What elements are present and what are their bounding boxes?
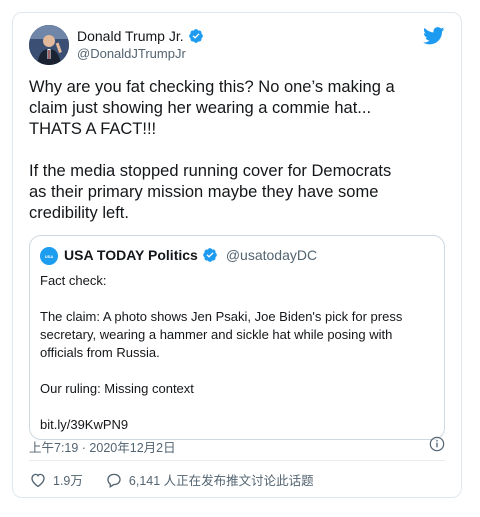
author-name-text: Donald Trump Jr. — [77, 28, 184, 44]
like-button[interactable]: 1.9万 — [29, 470, 83, 489]
discussion-text: 6,141 人正在发布推文讨论此话题 — [128, 474, 314, 488]
quoted-author-name: USA TODAY Politics — [64, 247, 198, 263]
quoted-avatar[interactable]: USA — [40, 247, 58, 265]
comment-bubble-icon — [107, 473, 121, 488]
author-name[interactable]: Donald Trump Jr. — [77, 28, 204, 44]
quoted-tweet[interactable]: USA USA TODAY Politics @usatodayDC Fact … — [29, 235, 445, 440]
tweet-text: Why are you fat checking this? No one’s … — [29, 78, 395, 222]
discussion-link[interactable]: 6,141 人正在发布推文讨论此话题 — [105, 470, 314, 489]
author-avatar-image — [29, 25, 69, 65]
quoted-avatar-text: USA — [44, 253, 54, 259]
heart-icon — [31, 473, 45, 487]
tweet-timestamp[interactable]: 上午7:19 · 2020年12月2日 — [29, 437, 176, 456]
twitter-bird-icon[interactable] — [423, 27, 445, 45]
tweet-actions: 1.9万 6,141 人正在发布推文讨论此话题 — [29, 470, 336, 489]
verified-badge-icon — [202, 248, 217, 262]
action-divider — [29, 460, 445, 461]
like-count: 1.9万 — [53, 474, 83, 488]
author-avatar[interactable] — [29, 25, 69, 65]
info-icon[interactable] — [429, 436, 445, 452]
tweet-card: Donald Trump Jr. @DonaldJTrumpJr Why are… — [12, 12, 462, 498]
quoted-author-handle: @usatodayDC — [225, 247, 318, 263]
verified-badge-icon — [188, 29, 203, 43]
author-handle[interactable]: @DonaldJTrumpJr — [77, 46, 186, 61]
quoted-author[interactable]: USA TODAY Politics @usatodayDC — [64, 247, 317, 263]
quoted-text: Fact check: The claim: A photo shows Jen… — [40, 273, 403, 432]
